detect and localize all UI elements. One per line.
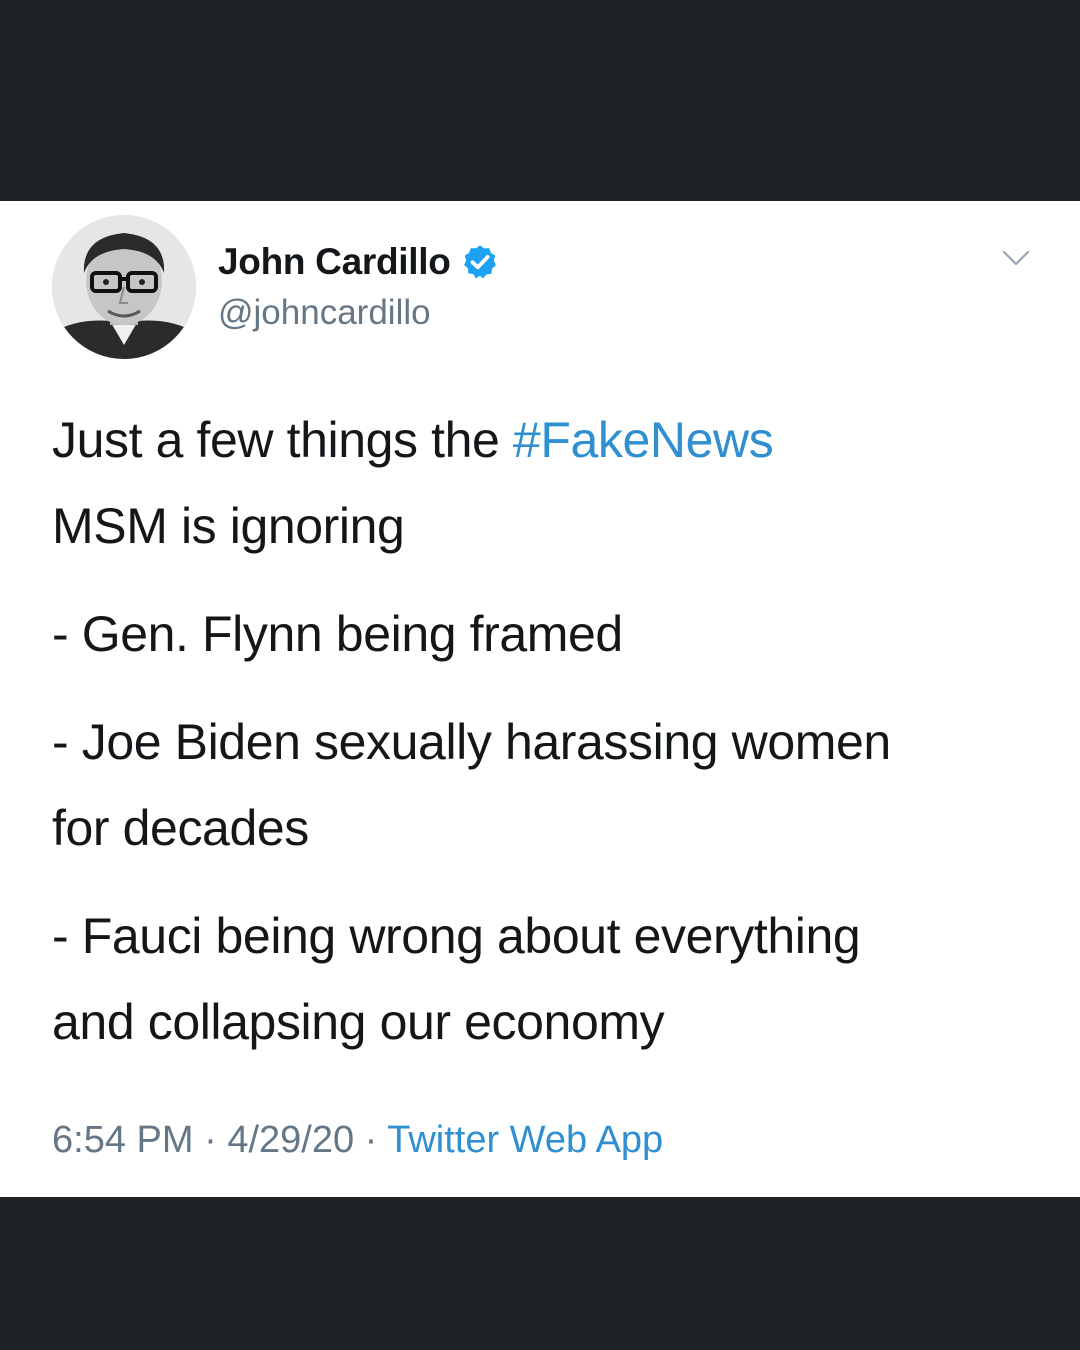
meta-separator: · xyxy=(204,1119,217,1161)
list-item-text: for decades xyxy=(52,800,309,856)
intro-text-line2: MSM is ignoring xyxy=(52,498,405,554)
intro-text: Just a few things the xyxy=(52,412,513,468)
display-name[interactable]: John Cardillo xyxy=(218,241,451,283)
list-item: - Joe Biden sexually harassing women for… xyxy=(52,699,1042,871)
chevron-down-icon[interactable] xyxy=(1000,247,1032,269)
list-item: - Gen. Flynn being framed xyxy=(52,591,1042,677)
avatar[interactable] xyxy=(52,215,196,359)
author-name-row: John Cardillo xyxy=(218,239,499,285)
verified-badge-icon xyxy=(463,245,496,279)
tweet-meta: 6:54 PM · 4/29/20 · Twitter Web App xyxy=(52,1119,663,1162)
user-handle[interactable]: @johncardillo xyxy=(218,293,431,333)
list-item: - Fauci being wrong about everything and… xyxy=(52,893,1042,1065)
tweet-time[interactable]: 6:54 PM xyxy=(52,1119,194,1161)
list-item-text: - Joe Biden sexually harassing women xyxy=(52,714,891,770)
bottom-dark-band xyxy=(0,1197,1080,1350)
top-dark-band xyxy=(0,0,1080,201)
list-item-text: - Gen. Flynn being framed xyxy=(52,606,623,662)
avatar-photo xyxy=(52,215,196,359)
list-item-text: and collapsing our economy xyxy=(52,994,665,1050)
tweet-source-link[interactable]: Twitter Web App xyxy=(387,1119,663,1161)
tweet-card: John Cardillo @johncardillo Just a few t… xyxy=(0,201,1080,1197)
hashtag-link[interactable]: #FakeNews xyxy=(513,412,774,468)
tweet-text: Just a few things the #FakeNews MSM is i… xyxy=(52,397,1042,1087)
tweet-date[interactable]: 4/29/20 xyxy=(227,1119,354,1161)
tweet-intro: Just a few things the #FakeNews MSM is i… xyxy=(52,397,1042,569)
meta-separator: · xyxy=(364,1119,378,1161)
list-item-text: - Fauci being wrong about everything xyxy=(52,908,861,964)
